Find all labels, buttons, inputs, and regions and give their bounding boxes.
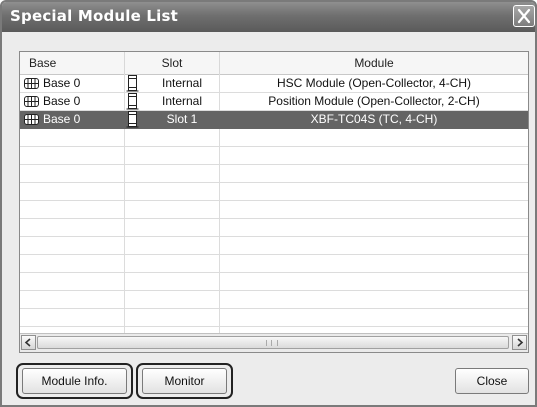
empty-row <box>20 201 528 219</box>
empty-row <box>20 165 528 183</box>
scroll-grip-icon <box>266 340 278 346</box>
slot-icon <box>126 93 139 110</box>
scroll-right-button[interactable] <box>512 335 527 350</box>
empty-row <box>20 291 528 309</box>
empty-row <box>20 309 528 327</box>
empty-row <box>20 183 528 201</box>
column-header-slot[interactable]: Slot <box>125 52 220 74</box>
empty-row <box>20 237 528 255</box>
column-header-module-label: Module <box>354 56 394 70</box>
base-icon <box>24 95 39 108</box>
empty-row <box>20 147 528 165</box>
scroll-left-button[interactable] <box>21 335 36 350</box>
column-header-slot-label: Slot <box>161 56 183 70</box>
slot-label: Slot 1 <box>166 112 198 126</box>
scroll-thumb[interactable] <box>37 336 509 349</box>
empty-row <box>20 129 528 147</box>
slot-label: Internal <box>161 94 203 108</box>
module-label: Position Module (Open-Collector, 2-CH) <box>268 94 480 108</box>
cell-module: HSC Module (Open-Collector, 4-CH) <box>220 75 528 93</box>
close-button-label: Close <box>476 374 508 388</box>
slot-icon <box>126 111 139 128</box>
arrow-right-icon <box>517 338 524 347</box>
slot-icon <box>126 75 139 92</box>
cell-base: Base 0 <box>20 75 124 93</box>
arrow-left-icon <box>24 338 31 347</box>
base-label: Base 0 <box>43 112 81 126</box>
module-label: HSC Module (Open-Collector, 4-CH) <box>276 76 472 90</box>
cell-slot: Internal <box>125 93 219 111</box>
slot-label: Internal <box>161 76 203 90</box>
empty-row <box>20 255 528 273</box>
column-header-module[interactable]: Module <box>220 52 528 74</box>
module-info-button-label: Module Info. <box>41 374 108 388</box>
dialog-title: Special Module List <box>10 7 179 25</box>
cell-slot: Slot 1 <box>125 111 219 129</box>
list-header: Base Slot Module <box>20 52 528 75</box>
table-row[interactable]: Base 0 Internal Position Module (Open-Coll… <box>20 93 528 111</box>
empty-row <box>20 273 528 291</box>
close-icon <box>517 8 531 24</box>
module-info-button[interactable]: Module Info. <box>22 368 127 394</box>
close-window-button[interactable] <box>513 5 535 27</box>
base-label: Base 0 <box>43 94 81 108</box>
empty-row <box>20 219 528 237</box>
base-icon <box>24 113 39 126</box>
horizontal-scrollbar[interactable] <box>20 333 528 352</box>
close-button[interactable]: Close <box>455 368 529 394</box>
monitor-button[interactable]: Monitor <box>142 368 227 394</box>
table-row[interactable]: Base 0 Slot 1 XBF-TC04S (TC, 4-CH) <box>20 111 528 129</box>
special-module-list-dialog: Special Module List Base Slot Module Bas… <box>0 0 537 407</box>
cell-module: XBF-TC04S (TC, 4-CH) <box>220 111 528 129</box>
cell-module: Position Module (Open-Collector, 2-CH) <box>220 93 528 111</box>
cell-base: Base 0 <box>20 93 124 111</box>
cell-slot: Internal <box>125 75 219 93</box>
base-icon <box>24 77 39 90</box>
module-list[interactable]: Base Slot Module Base 0 Internal HSC Modul… <box>19 51 529 353</box>
monitor-button-label: Monitor <box>164 374 205 388</box>
table-row[interactable]: Base 0 Internal HSC Module (Open-Collector… <box>20 75 528 93</box>
column-header-base[interactable]: Base <box>20 52 125 74</box>
base-label: Base 0 <box>43 76 81 90</box>
cell-base: Base 0 <box>20 111 124 129</box>
module-label: XBF-TC04S (TC, 4-CH) <box>310 112 438 126</box>
column-header-base-label: Base <box>29 56 57 70</box>
title-bar[interactable]: Special Module List <box>2 2 535 32</box>
